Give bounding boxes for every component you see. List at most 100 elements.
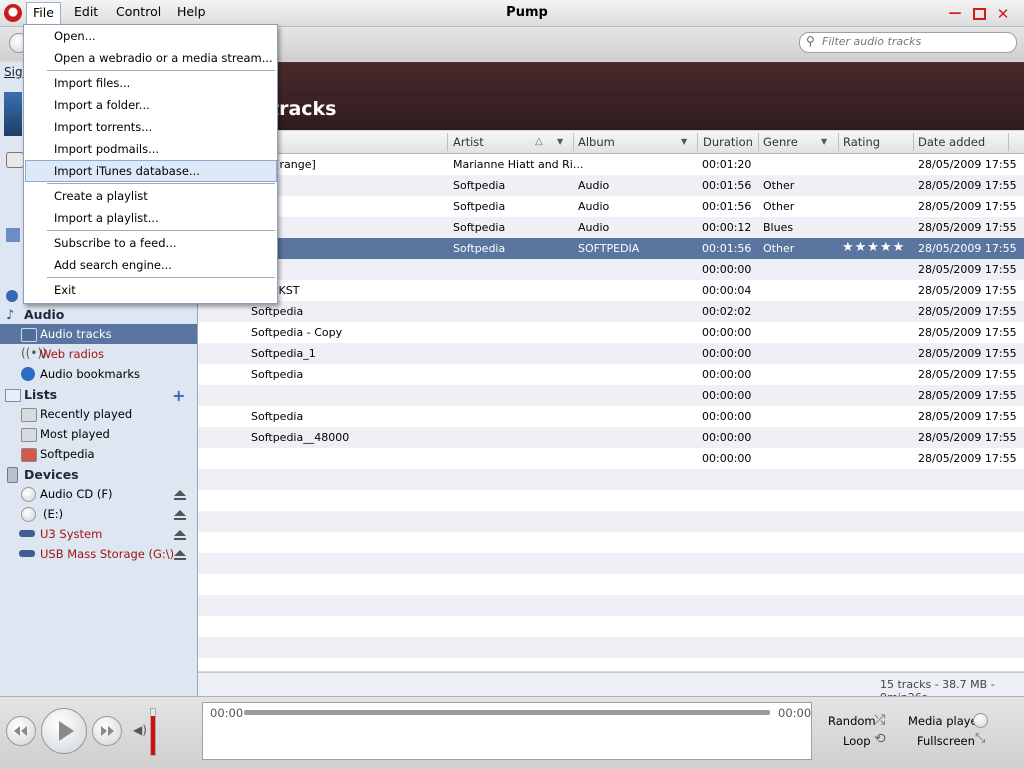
sidebar-item-recently-played[interactable]: Recently played xyxy=(40,407,132,421)
column-header-rating[interactable]: Rating xyxy=(843,135,880,149)
table-row[interactable]: Softpedia 00:00:00 28/05/2009 17:55 xyxy=(198,364,1024,385)
menu-item-import-podmails[interactable]: Import podmails... xyxy=(54,142,159,156)
cell-duration: 00:01:56 xyxy=(702,242,752,255)
table-row[interactable]: ediaSoftpediaAudio00:01:56Other28/05/200… xyxy=(198,196,1024,217)
column-header-duration[interactable]: Duration xyxy=(703,135,753,149)
cell-date-added: 28/05/2009 17:55 xyxy=(918,389,1017,402)
chevron-down-icon[interactable]: ▼ xyxy=(821,137,827,146)
previous-button[interactable] xyxy=(6,716,36,746)
sidebar-item-audio-bookmarks[interactable]: Audio bookmarks xyxy=(40,367,140,381)
table-row[interactable]: Softpedia__48000 00:00:00 28/05/2009 17:55 xyxy=(198,427,1024,448)
sidebar-section-devices[interactable]: Devices xyxy=(24,467,79,482)
sidebar-item-most-played[interactable]: Most played xyxy=(40,427,110,441)
loop-icon[interactable]: ⟲ xyxy=(874,731,886,747)
sidebar-partial-link[interactable]: Sig xyxy=(4,65,23,79)
table-row[interactable]: ediaSoftpediaAudio00:00:12Blues28/05/200… xyxy=(198,217,1024,238)
menu-item-open[interactable]: Open... xyxy=(54,29,96,43)
column-separator[interactable] xyxy=(913,133,914,151)
table-row[interactable]: Softpedia 00:02:02 28/05/2009 17:55 xyxy=(198,301,1024,322)
table-row[interactable]: edia00:00:0028/05/2009 17:55 xyxy=(198,259,1024,280)
table-row[interactable]: edia-KST00:00:0428/05/2009 17:55 xyxy=(198,280,1024,301)
cell-duration: 00:00:00 xyxy=(702,452,752,465)
cell-rating[interactable]: ★★★★★ xyxy=(842,240,905,255)
column-separator[interactable] xyxy=(447,133,448,151)
menu-item-create-playlist[interactable]: Create a playlist xyxy=(54,189,148,203)
column-header-album[interactable]: Album xyxy=(578,135,615,149)
column-header-genre[interactable]: Genre xyxy=(763,135,798,149)
column-separator[interactable] xyxy=(697,133,698,151)
column-separator[interactable] xyxy=(573,133,574,151)
table-row[interactable]: Softpedia_1 00:00:00 28/05/2009 17:55 xyxy=(198,343,1024,364)
menu-item-import-itunes[interactable]: Import iTunes database... xyxy=(54,164,200,178)
fullscreen-icon[interactable]: ⤡ xyxy=(975,731,985,746)
cell-duration: 00:01:56 xyxy=(702,200,752,213)
menu-separator xyxy=(47,277,275,278)
close-button[interactable]: ✕ xyxy=(996,7,1010,22)
fullscreen-label[interactable]: Fullscreen xyxy=(917,734,975,748)
cell-duration: 00:00:00 xyxy=(702,263,752,276)
shuffle-icon[interactable]: ⤮ xyxy=(874,712,885,728)
sidebar-section-lists[interactable]: Lists xyxy=(24,387,57,402)
chevron-down-icon[interactable]: ▼ xyxy=(681,137,687,146)
sidebar-item-audio-tracks[interactable]: Audio tracks xyxy=(40,327,112,341)
random-label[interactable]: Random xyxy=(828,714,876,728)
sidebar-item-audio-cd[interactable]: Audio CD (F) xyxy=(40,487,112,501)
cell-artist: Softpedia xyxy=(453,200,506,213)
empty-row xyxy=(198,511,1024,532)
table-row[interactable]: Softpedia 00:00:00 28/05/2009 17:55 xyxy=(198,406,1024,427)
volume-slider[interactable] xyxy=(150,708,156,756)
sidebar-section-audio[interactable]: Audio xyxy=(24,307,64,322)
video-icon xyxy=(4,92,22,136)
column-separator[interactable] xyxy=(838,133,839,151)
cell-artist: Softpedia xyxy=(453,242,506,255)
column-header-date-added[interactable]: Date added xyxy=(918,135,985,149)
sidebar-item-drive-e[interactable]: (E:) xyxy=(43,507,63,521)
column-separator[interactable] xyxy=(1008,133,1009,151)
media-player-label[interactable]: Media player xyxy=(908,714,982,728)
menu-item-import-folder[interactable]: Import a folder... xyxy=(54,98,150,112)
next-button[interactable] xyxy=(92,716,122,746)
eject-icon[interactable] xyxy=(173,489,187,501)
table-row[interactable]: Softpedia - Copy 00:00:00 28/05/2009 17:55 xyxy=(198,322,1024,343)
menu-separator xyxy=(47,183,275,184)
speaker-icon[interactable]: ◀) xyxy=(133,723,147,737)
window-title: Pump xyxy=(506,5,548,20)
seek-bar[interactable] xyxy=(244,710,770,715)
menu-item-import-files[interactable]: Import files... xyxy=(54,76,130,90)
menu-item-import-torrents[interactable]: Import torrents... xyxy=(54,120,152,134)
chevron-down-icon[interactable]: ▼ xyxy=(557,137,563,146)
loop-label[interactable]: Loop xyxy=(843,734,871,748)
menu-item-subscribe-feed[interactable]: Subscribe to a feed... xyxy=(54,236,177,250)
eject-icon[interactable] xyxy=(173,529,187,541)
sidebar-item-softpedia[interactable]: Softpedia xyxy=(40,447,95,461)
maximize-button[interactable] xyxy=(973,8,986,20)
sidebar-item-web-radios[interactable]: Web radios xyxy=(40,347,104,361)
cell-genre: Other xyxy=(763,179,795,192)
media-player-icon[interactable] xyxy=(973,713,988,728)
play-button[interactable] xyxy=(41,708,87,754)
eject-icon[interactable] xyxy=(173,549,187,561)
lists-folder-icon xyxy=(5,389,21,402)
cell-duration: 00:00:00 xyxy=(702,410,752,423)
most-played-list-icon xyxy=(21,428,37,442)
column-header-artist[interactable]: Artist xyxy=(453,135,484,149)
cell-date-added: 28/05/2009 17:55 xyxy=(918,431,1017,444)
sidebar-item-usb-storage[interactable]: USB Mass Storage (G:\) xyxy=(40,547,174,561)
table-row[interactable]: 00:00:00 28/05/2009 17:55 xyxy=(198,448,1024,469)
menu-item-import-playlist[interactable]: Import a playlist... xyxy=(54,211,159,225)
menu-item-add-search-engine[interactable]: Add search engine... xyxy=(54,258,172,272)
cell-genre: Other xyxy=(763,200,795,213)
table-row[interactable]: nna [range] Marianne Hiatt and Ri... 00:01… xyxy=(198,154,1024,175)
cell-album: SOFTPEDIA xyxy=(578,242,640,255)
table-row[interactable]: ediaSoftpediaAudio00:01:56Other28/05/200… xyxy=(198,175,1024,196)
menu-item-open-stream[interactable]: Open a webradio or a media stream... xyxy=(54,51,273,65)
menu-item-exit[interactable]: Exit xyxy=(54,283,76,297)
minimize-button[interactable]: — xyxy=(948,7,962,20)
table-row[interactable]: ediaSoftpediaSOFTPEDIA00:01:56Other★★★★★… xyxy=(198,238,1024,259)
sidebar-item-u3-system[interactable]: U3 System xyxy=(40,527,102,541)
previous-icon xyxy=(14,726,27,736)
eject-icon[interactable] xyxy=(173,509,187,521)
column-separator[interactable] xyxy=(758,133,759,151)
add-list-icon[interactable]: + xyxy=(172,386,185,405)
table-row[interactable]: 00:00:00 28/05/2009 17:55 xyxy=(198,385,1024,406)
